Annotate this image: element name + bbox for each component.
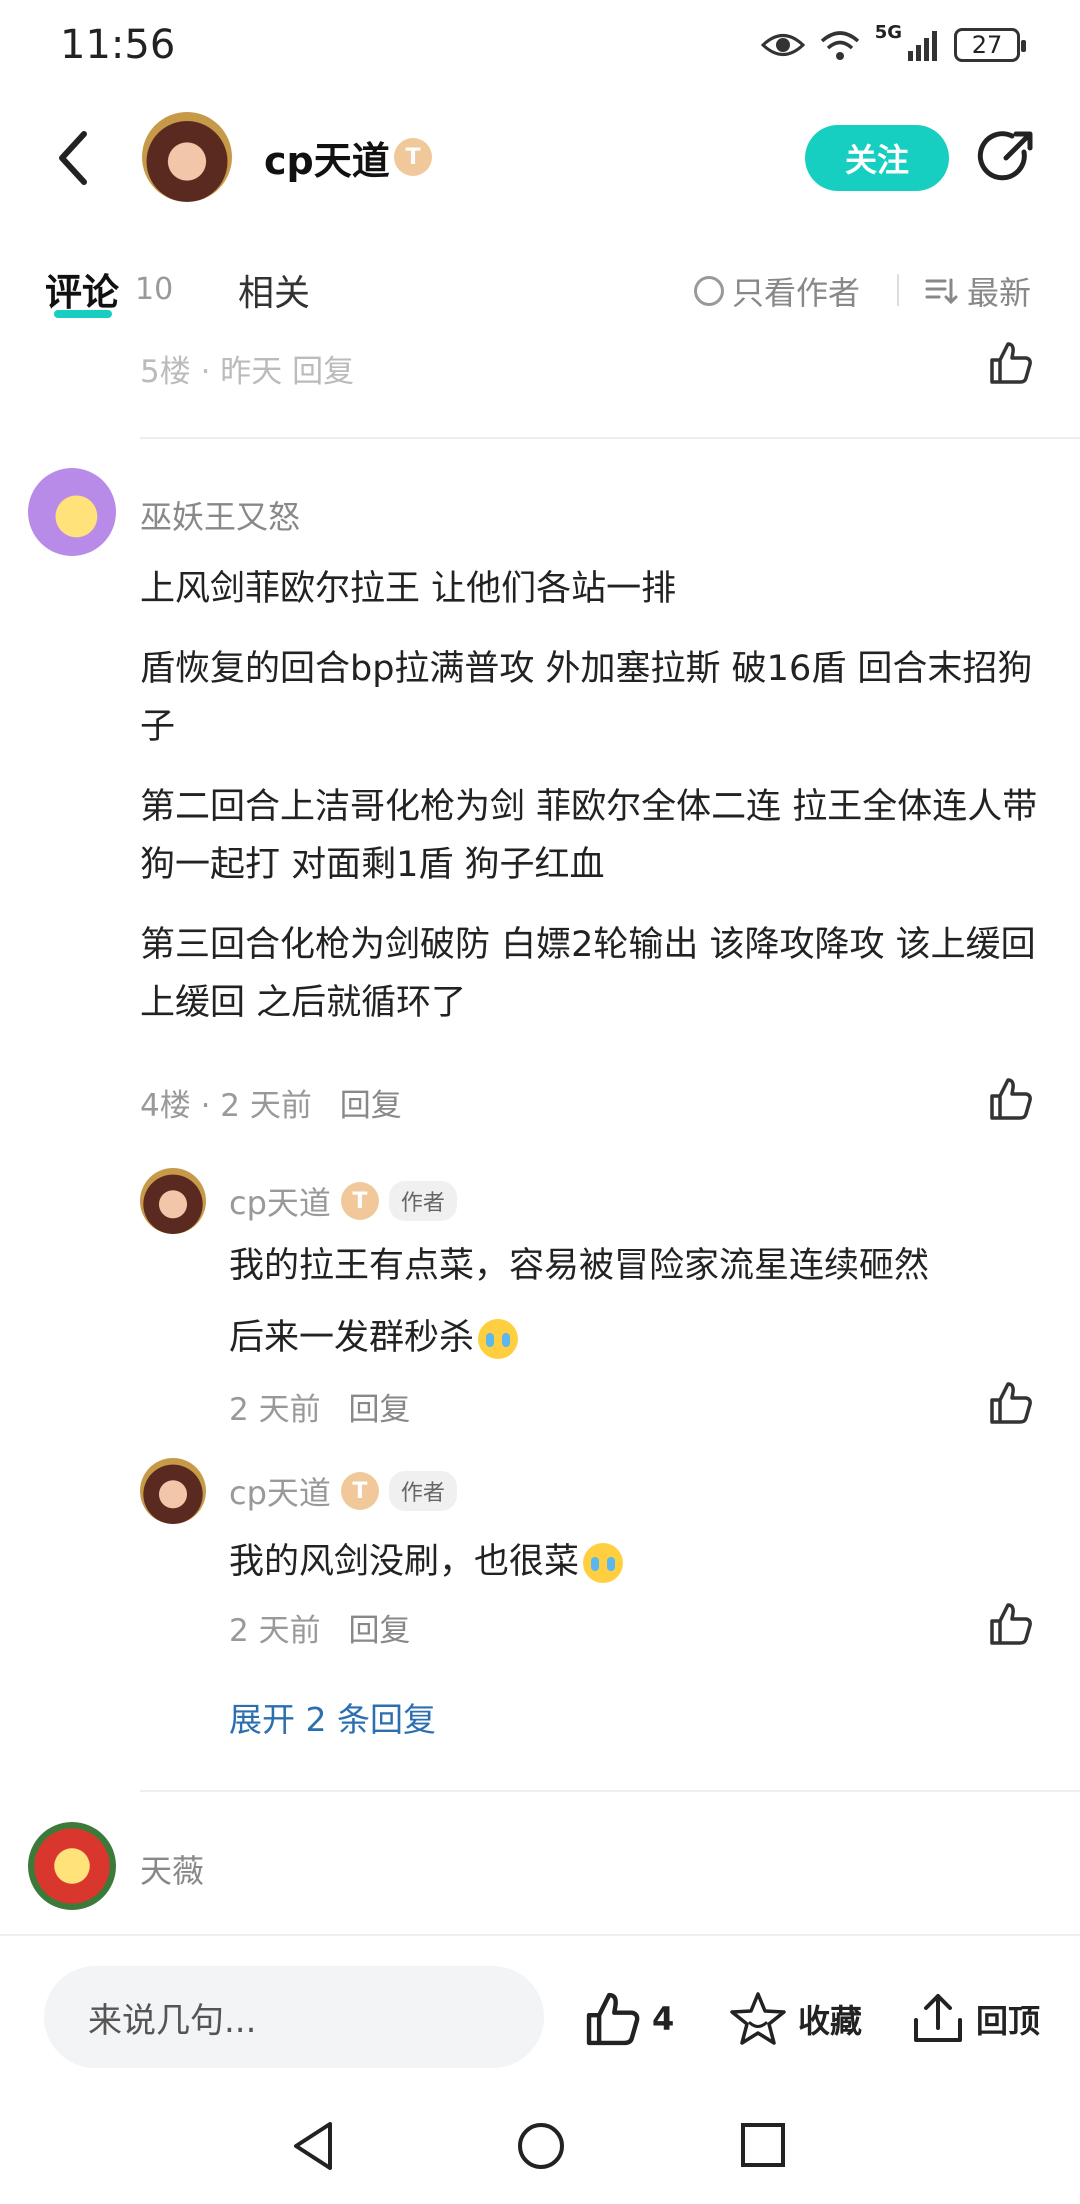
status-time: 11:56 (60, 22, 176, 68)
sort-label: 最新 (967, 274, 1032, 312)
battery-icon: 27 (954, 28, 1026, 62)
tabs-row: 评论 10 相关 只看作者 最新 (0, 250, 1080, 330)
reply-time: 2 天前 (229, 1613, 321, 1649)
author-only-toggle[interactable]: 只看作者 (694, 268, 860, 314)
author-only-label: 只看作者 (732, 274, 861, 312)
battery-level: 27 (971, 31, 1003, 59)
comment-paragraph: 第二回合上洁哥化枪为剑 菲欧尔全体二连 拉王全体连人带狗一起打 对面剩1盾 狗子… (140, 787, 1038, 885)
avatar[interactable] (28, 468, 116, 556)
signal-icon (908, 31, 937, 61)
reply-body: 我的拉王有点菜，容易被冒险家流星连续砸然 后来一发群秒杀 (229, 1230, 1029, 1374)
reply-meta: 2 天前 回复 (229, 1384, 410, 1429)
reply-text-line-wrap: 后来一发群秒杀 (229, 1302, 1029, 1374)
reply-time: 2 天前 (229, 1392, 321, 1428)
reply-button[interactable]: 回复 (348, 1392, 410, 1428)
comment-floor-time: 4楼 · 2 天前 (140, 1088, 312, 1124)
thumbs-up-icon[interactable] (988, 1380, 1034, 1426)
reply-body: 我的风剑没刷，也很菜 (229, 1526, 1029, 1598)
comment-body: 上风剑菲欧尔拉王 让他们各站一排 盾恢复的回合bp拉满普攻 外加塞拉斯 破16盾… (140, 560, 1040, 1054)
nav-back-icon[interactable] (290, 2120, 336, 2172)
reply-text-line: 我的拉王有点菜，容易被冒险家流星连续砸然 (229, 1246, 930, 1286)
comment-paragraph: 第三回合化枪为剑破防 白嫖2轮输出 该降攻降攻 该上缓回上缓回 之后就循环了 (140, 925, 1036, 1023)
eye-icon (760, 34, 805, 56)
comment-paragraph: 上风剑菲欧尔拉王 让他们各站一排 (140, 569, 677, 609)
expand-replies-link[interactable]: 展开 2 条回复 (229, 1693, 436, 1741)
comment-paragraph: 盾恢复的回合bp拉满普攻 外加塞拉斯 破16盾 回合末招狗子 (140, 649, 1033, 747)
comment-input[interactable]: 来说几句... (44, 1966, 544, 2068)
nav-recents-icon[interactable] (738, 2120, 788, 2170)
avatar[interactable] (28, 1822, 116, 1910)
thumbs-up-icon[interactable] (988, 340, 1034, 386)
system-nav-bar (0, 2090, 1080, 2204)
author-tag: 作者 (388, 1471, 457, 1511)
radio-circle-icon (694, 276, 724, 306)
reply-username[interactable]: cp天道 (229, 1178, 331, 1224)
author-name[interactable]: cp天道 (264, 130, 390, 185)
tab-comments[interactable]: 评论 (45, 262, 119, 316)
reply-text-line: 我的风剑没刷，也很菜 (229, 1542, 580, 1582)
reply-button[interactable]: 回复 (348, 1613, 410, 1649)
follow-button[interactable]: 关注 (805, 125, 949, 191)
level-badge: T (340, 1182, 379, 1220)
favorite-button[interactable]: 收藏 (728, 1990, 862, 2048)
comments-count: 10 (135, 272, 174, 307)
like-count: 4 (652, 2000, 675, 2038)
crying-emoji-icon (583, 1543, 624, 1583)
crying-emoji-icon (478, 1319, 519, 1359)
comment-meta: 5楼 · 昨天 回复 (140, 354, 355, 390)
author-tag: 作者 (388, 1181, 457, 1221)
reply-button[interactable]: 回复 (340, 1088, 402, 1124)
sort-icon (925, 278, 958, 305)
reply-username-row: cp天道 T 作者 (229, 1468, 457, 1514)
favorite-label: 收藏 (798, 2002, 863, 2040)
reply-meta: 2 天前 回复 (229, 1605, 410, 1650)
comment-meta: 4楼 · 2 天前 回复 (140, 1080, 402, 1125)
bottom-action-bar: 来说几句... 4 收藏 回顶 (0, 1934, 1080, 2084)
thumbs-up-icon[interactable] (988, 1601, 1034, 1647)
active-tab-indicator (54, 310, 112, 318)
author-avatar[interactable] (142, 112, 232, 202)
divider (897, 274, 899, 306)
star-icon (730, 1992, 786, 2045)
level-badge: T (394, 138, 432, 176)
comment-username[interactable]: 天薇 (140, 1846, 204, 1892)
sort-button[interactable]: 最新 (925, 268, 1031, 314)
like-button[interactable]: 4 (584, 1990, 674, 2048)
share-icon[interactable] (976, 126, 1038, 188)
status-icons: 5G 27 (760, 22, 1026, 68)
header: cp天道 T 关注 (0, 100, 1080, 220)
back-arrow-icon[interactable] (50, 128, 100, 188)
reply-username-row: cp天道 T 作者 (229, 1178, 457, 1224)
upload-arrow-icon (914, 1994, 962, 2042)
divider (140, 437, 1080, 439)
reply-text-line-wrap: 我的风剑没刷，也很菜 (229, 1526, 1029, 1598)
level-badge: T (340, 1472, 379, 1510)
reply-username[interactable]: cp天道 (229, 1468, 331, 1514)
thumbs-up-icon[interactable] (988, 1076, 1034, 1122)
comment-username[interactable]: 巫妖王又怒 (140, 492, 300, 538)
thumbs-up-icon (586, 1992, 640, 2046)
divider (140, 1790, 1080, 1792)
back-to-top-label: 回顶 (976, 2002, 1041, 2040)
status-bar: 11:56 5G 27 (0, 0, 1080, 92)
nav-home-icon[interactable] (515, 2120, 567, 2172)
reply-avatar[interactable] (140, 1168, 206, 1234)
reply-text-line: 后来一发群秒杀 (229, 1318, 475, 1358)
tab-related[interactable]: 相关 (238, 264, 310, 316)
network-type: 5G (874, 22, 902, 43)
wifi-icon (820, 31, 859, 60)
back-to-top-button[interactable]: 回顶 (910, 1990, 1040, 2048)
reply-avatar[interactable] (140, 1458, 206, 1524)
